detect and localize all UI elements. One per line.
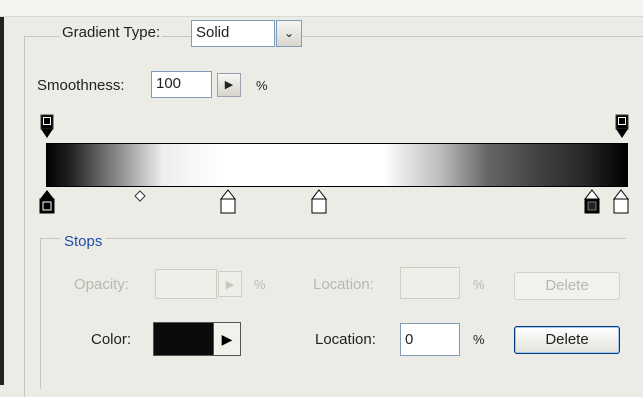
color-menu-arrow-icon[interactable]: ▶: [213, 323, 240, 355]
opacity-input[interactable]: [155, 269, 217, 299]
gradient-type-label: Gradient Type:: [60, 24, 163, 42]
gradient-type-select[interactable]: Solid: [191, 20, 275, 47]
midpoint-diamond-icon[interactable]: [134, 190, 146, 202]
smoothness-label: Smoothness:: [37, 77, 125, 94]
opacity-location-input[interactable]: [400, 267, 460, 299]
color-stop[interactable]: [310, 189, 328, 215]
color-delete-button[interactable]: Delete: [514, 326, 620, 354]
window-top-strip: [0, 0, 643, 17]
smoothness-slider-button[interactable]: ▶: [217, 73, 241, 97]
opacity-location-label: Location:: [313, 276, 374, 293]
opacity-slider-button[interactable]: ▶: [218, 271, 242, 297]
window-left-edge: [0, 0, 4, 385]
color-label: Color:: [91, 331, 132, 348]
color-stop[interactable]: [612, 189, 630, 215]
chevron-down-icon[interactable]: ⌄: [276, 20, 302, 47]
stops-group-box: [40, 238, 626, 389]
color-stop-selected[interactable]: [38, 189, 56, 215]
opacity-label: Opacity:: [74, 276, 130, 293]
color-location-label: Location:: [315, 331, 376, 348]
opacity-unit: %: [254, 277, 266, 292]
color-stop[interactable]: [219, 189, 237, 215]
smoothness-unit: %: [256, 78, 268, 93]
stops-group-title: Stops: [60, 233, 107, 251]
color-stop[interactable]: [583, 189, 601, 215]
opacity-stop-left[interactable]: [39, 114, 55, 140]
gradient-preview-bar[interactable]: [46, 143, 628, 187]
color-location-unit: %: [473, 332, 485, 347]
color-swatch[interactable]: ▶: [153, 322, 241, 356]
opacity-delete-button[interactable]: Delete: [514, 272, 620, 300]
opacity-stop-right[interactable]: [614, 114, 630, 140]
smoothness-input[interactable]: 100: [151, 71, 212, 98]
color-location-input[interactable]: 0: [400, 323, 460, 356]
opacity-location-unit: %: [473, 277, 485, 292]
